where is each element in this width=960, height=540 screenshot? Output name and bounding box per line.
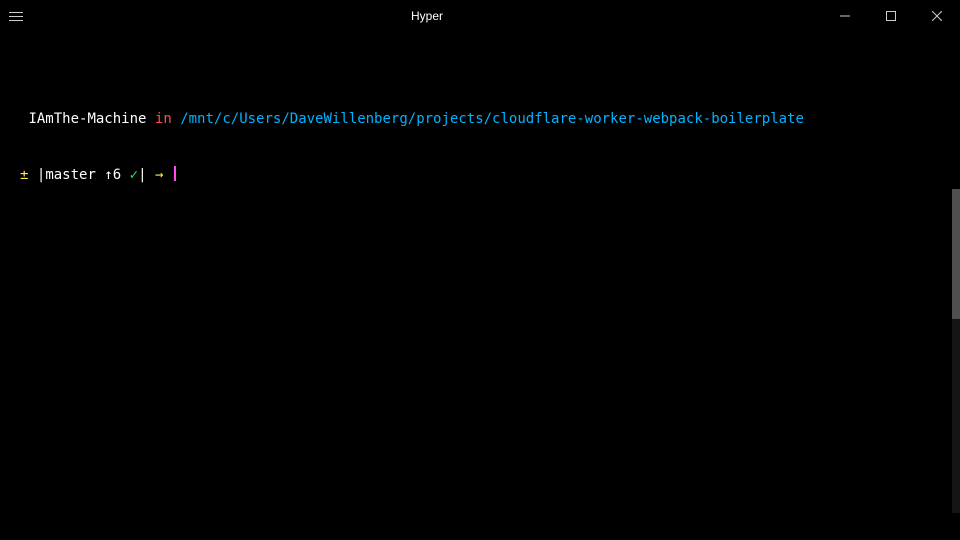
close-button[interactable] — [914, 0, 960, 32]
hostname: IAmThe-Machine — [28, 111, 146, 127]
vcs-symbol: ± — [20, 167, 28, 183]
scrollbar-thumb[interactable] — [952, 189, 960, 319]
window-controls — [822, 0, 960, 32]
maximize-button[interactable] — [868, 0, 914, 32]
minimize-button[interactable] — [822, 0, 868, 32]
separator-in: in — [155, 111, 172, 127]
scrollbar[interactable] — [952, 189, 960, 513]
terminal[interactable]: IAmThe-Machine in /mnt/c/Users/DaveWille… — [0, 32, 960, 204]
git-clean-check-icon: ✓ — [130, 167, 138, 183]
cwd-path: /mnt/c/Users/DaveWillenberg/projects/clo… — [180, 111, 804, 127]
window-title: Hyper — [32, 9, 822, 23]
maximize-icon — [886, 11, 896, 21]
prompt-line-2: ± |master ↑6 ✓| → — [20, 166, 940, 185]
prompt-line-1: IAmThe-Machine in /mnt/c/Users/DaveWille… — [20, 110, 940, 129]
close-icon — [932, 11, 942, 21]
git-ahead: ↑6 — [104, 167, 121, 183]
git-branch: master — [45, 167, 96, 183]
prompt-arrow-icon: → — [155, 167, 163, 183]
minimize-icon — [840, 11, 850, 21]
menu-icon[interactable] — [0, 0, 32, 32]
titlebar[interactable]: Hyper — [0, 0, 960, 32]
cursor — [174, 166, 176, 181]
bar-close: | — [138, 167, 146, 183]
